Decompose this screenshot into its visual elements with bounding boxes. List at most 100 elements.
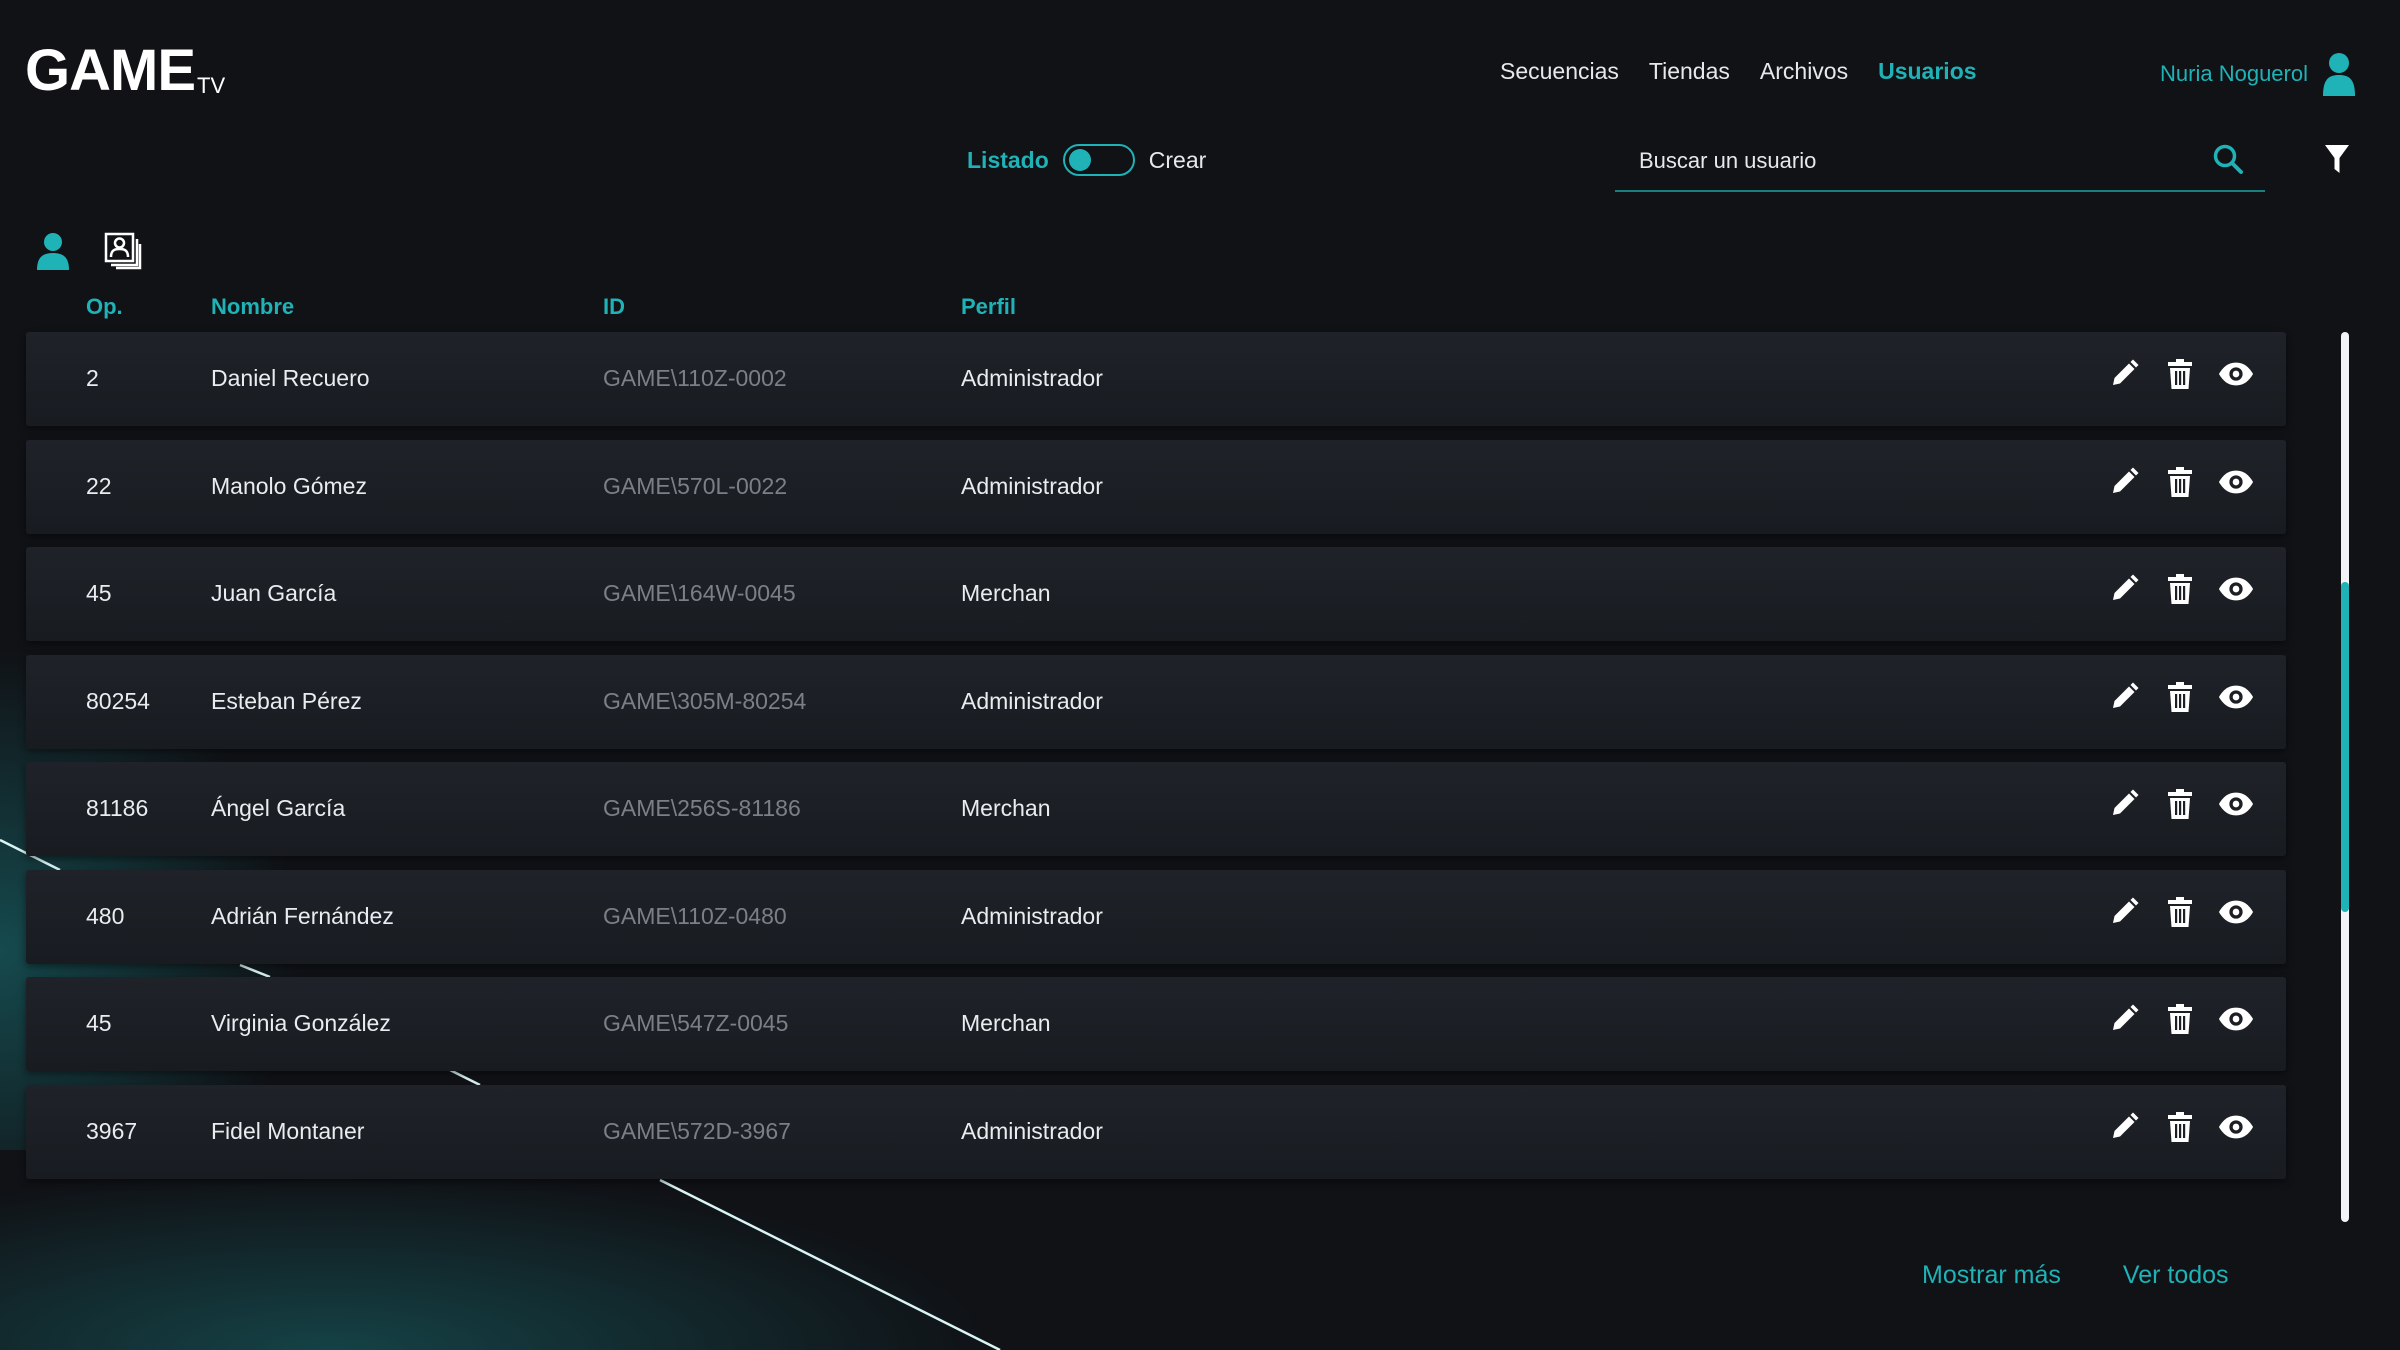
view-icon[interactable] (2218, 894, 2254, 930)
edit-icon[interactable] (2106, 464, 2142, 500)
cell-perfil: Administrador (961, 1117, 1103, 1144)
cell-nombre: Adrián Fernández (211, 902, 394, 929)
cell-perfil: Administrador (961, 472, 1103, 499)
cell-perfil: Administrador (961, 902, 1103, 929)
cell-id: GAME\305M-80254 (603, 687, 807, 714)
view-all-link[interactable]: Ver todos (2123, 1261, 2229, 1290)
cell-nombre: Juan García (211, 580, 337, 606)
toggle-label-crear[interactable]: Crear (1149, 147, 1207, 174)
pagination-links: Mostrar más Ver todos (1922, 1261, 2229, 1290)
table-row[interactable]: 480 Adrián Fernández GAME\110Z-0480 Adminis… (26, 869, 2286, 964)
edit-icon[interactable] (2106, 356, 2142, 392)
cell-perfil: Administrador (961, 365, 1103, 391)
cell-id: GAME\572D-3967 (603, 1117, 791, 1144)
cell-id: GAME\110Z-0002 (603, 365, 787, 391)
user-name: Nuria Noguerol (2160, 61, 2308, 86)
view-icon[interactable] (2218, 464, 2254, 500)
cell-nombre: Fidel Montaner (211, 1117, 365, 1144)
cell-id: GAME\547Z-0045 (603, 1010, 789, 1036)
nav-archivos[interactable]: Archivos (1760, 58, 1848, 85)
delete-icon[interactable] (2162, 786, 2198, 822)
delete-icon[interactable] (2162, 894, 2198, 930)
table-row[interactable]: 2 Daniel Recuero GAME\110Z-0002 Administrad… (26, 332, 2286, 426)
delete-icon[interactable] (2162, 1109, 2198, 1145)
row-actions (2106, 679, 2254, 715)
show-more-link[interactable]: Mostrar más (1922, 1261, 2061, 1290)
toggle-label-listado[interactable]: Listado (967, 147, 1049, 174)
logo[interactable]: GAME TV (25, 42, 225, 100)
edit-icon[interactable] (2106, 1001, 2142, 1037)
cell-nombre: Virginia González (211, 1010, 391, 1036)
cell-nombre: Manolo Gómez (211, 472, 367, 499)
toggle-switch[interactable] (1062, 144, 1135, 176)
delete-icon[interactable] (2162, 571, 2198, 607)
search-input[interactable] (1637, 144, 2201, 178)
row-actions (2106, 1109, 2254, 1145)
contact-cards-icon[interactable] (104, 232, 142, 270)
search-box (1615, 132, 2265, 192)
table-row[interactable]: 3967 Fidel Montaner GAME\572D-3967 Administ… (26, 1084, 2286, 1179)
cell-nombre: Ángel García (211, 795, 346, 821)
table-row[interactable]: 22 Manolo Gómez GAME\570L-0022 Administrado… (26, 439, 2286, 534)
cell-id: GAME\570L-0022 (603, 472, 788, 499)
cell-op: 45 (86, 1010, 112, 1036)
cell-perfil: Merchan (961, 580, 1051, 606)
delete-icon[interactable] (2162, 356, 2198, 392)
column-header-nombre[interactable]: Nombre (211, 294, 294, 320)
table-row[interactable]: 45 Virginia González GAME\547Z-0045 Merchan (26, 977, 2286, 1071)
edit-icon[interactable] (2106, 571, 2142, 607)
scrollbar-track[interactable] (2341, 332, 2349, 1222)
nav-secuencias[interactable]: Secuencias (1500, 58, 1619, 85)
cell-op: 80254 (86, 687, 150, 714)
table-row[interactable]: 81186 Ángel García GAME\256S-81186 Merchan (26, 762, 2286, 856)
cell-op: 3967 (86, 1117, 138, 1144)
view-icon[interactable] (2218, 356, 2254, 392)
edit-icon[interactable] (2106, 786, 2142, 822)
cell-op: 81186 (86, 795, 149, 821)
delete-icon[interactable] (2162, 679, 2198, 715)
column-header-op[interactable]: Op. (86, 294, 123, 320)
cell-id: GAME\110Z-0480 (603, 902, 787, 929)
cell-op: 22 (86, 472, 112, 499)
nav-usuarios[interactable]: Usuarios (1878, 58, 1976, 85)
row-actions (2106, 356, 2254, 392)
user-menu[interactable]: Nuria Noguerol (2160, 52, 2356, 96)
cell-perfil: Merchan (961, 795, 1051, 821)
row-actions (2106, 571, 2254, 607)
table-row[interactable]: 80254 Esteban Pérez GAME\305M-80254 Adminis… (26, 654, 2286, 749)
table-header: Op. Nombre ID Perfil (0, 294, 2300, 324)
top-navigation: Secuencias Tiendas Archivos Usuarios (1500, 58, 1977, 85)
cell-perfil: Administrador (961, 687, 1103, 714)
edit-icon[interactable] (2106, 894, 2142, 930)
view-icon[interactable] (2218, 679, 2254, 715)
row-actions (2106, 464, 2254, 500)
scrollbar-thumb[interactable] (2341, 582, 2349, 912)
nav-tiendas[interactable]: Tiendas (1649, 58, 1730, 85)
cell-nombre: Daniel Recuero (211, 365, 370, 391)
user-table: 2 Daniel Recuero GAME\110Z-0002 Administrad… (26, 332, 2286, 1192)
cell-nombre: Esteban Pérez (211, 687, 362, 714)
cell-perfil: Merchan (961, 1010, 1051, 1036)
edit-icon[interactable] (2106, 1109, 2142, 1145)
column-header-id[interactable]: ID (603, 294, 625, 320)
search-icon[interactable] (2211, 142, 2245, 176)
column-header-perfil[interactable]: Perfil (961, 294, 1016, 320)
view-icon[interactable] (2218, 1109, 2254, 1145)
view-icon[interactable] (2218, 1001, 2254, 1037)
delete-icon[interactable] (2162, 1001, 2198, 1037)
delete-icon[interactable] (2162, 464, 2198, 500)
view-icon[interactable] (2218, 786, 2254, 822)
logo-main-text: GAME (25, 38, 196, 103)
cell-op: 45 (86, 580, 112, 606)
cell-op: 480 (86, 902, 125, 929)
logo-sub-text: TV (197, 73, 226, 98)
cell-op: 2 (86, 365, 99, 391)
row-actions (2106, 1001, 2254, 1037)
cell-id: GAME\256S-81186 (603, 795, 801, 821)
filter-icon[interactable] (2325, 145, 2349, 175)
edit-icon[interactable] (2106, 679, 2142, 715)
person-view-icon[interactable] (36, 232, 70, 270)
table-row[interactable]: 45 Juan García GAME\164W-0045 Merchan (26, 547, 2286, 641)
user-avatar-icon (2323, 53, 2355, 96)
view-icon[interactable] (2218, 571, 2254, 607)
